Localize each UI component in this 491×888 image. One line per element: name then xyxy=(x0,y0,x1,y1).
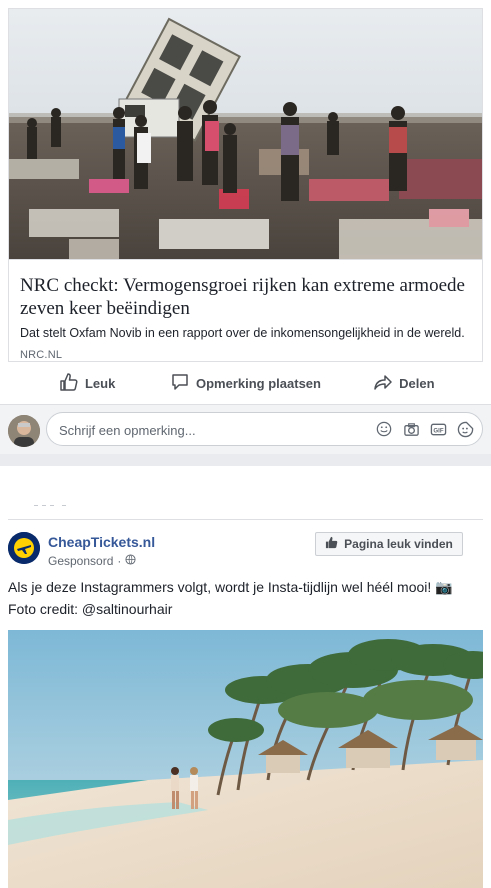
comment-composer: GIF xyxy=(0,404,491,454)
article-headline[interactable]: NRC checkt: Vermogensgroei rijken kan ex… xyxy=(20,274,471,320)
sponsored-post: CheapTickets.nl Gesponsord · Pagina leuk… xyxy=(0,520,491,888)
post-text-line-2: Foto credit: @saltinourhair xyxy=(8,601,173,617)
like-page-label: Pagina leuk vinden xyxy=(344,537,453,551)
dot-separator: · xyxy=(117,554,122,568)
faint-dots xyxy=(34,505,66,506)
link-text-area[interactable]: NRC checkt: Vermogensgroei rijken kan ex… xyxy=(9,259,482,361)
comment-input[interactable] xyxy=(57,420,351,440)
article-hero-image[interactable] xyxy=(9,9,482,259)
article-description: Dat stelt Oxfam Novib in een rapport ove… xyxy=(20,326,465,340)
sticker-icon[interactable] xyxy=(456,420,474,438)
comment-input-box[interactable]: GIF xyxy=(46,412,483,446)
user-avatar[interactable] xyxy=(8,415,40,447)
page-logo[interactable] xyxy=(8,532,40,564)
like-button[interactable]: Leuk xyxy=(8,372,166,395)
comment-icon xyxy=(170,372,190,395)
emoji-icon[interactable] xyxy=(375,420,393,438)
feed-divider xyxy=(0,454,491,466)
sponsored-meta: Gesponsord · xyxy=(48,554,136,568)
post-text-line-1: Als je deze Instagrammers volgt, wordt j… xyxy=(8,579,453,595)
page-name-link[interactable]: CheapTickets.nl xyxy=(48,534,155,550)
article-domain: NRC.NL xyxy=(20,349,63,361)
share-label: Delen xyxy=(399,375,435,391)
tropical-beach-image xyxy=(8,630,483,888)
svg-text:GIF: GIF xyxy=(433,427,443,434)
gif-icon[interactable]: GIF xyxy=(429,420,447,438)
sponsored-label[interactable]: Gesponsord xyxy=(48,554,113,568)
beach-photo[interactable] xyxy=(8,630,483,888)
comment-label: Opmerking plaatsen xyxy=(196,375,321,391)
landfill-image xyxy=(9,9,482,259)
post-text: Als je deze Instagrammers volgt, wordt j… xyxy=(8,576,483,620)
post-action-bar: Leuk Opmerking plaatsen Delen xyxy=(8,362,483,404)
share-button[interactable]: Delen xyxy=(325,372,483,395)
thumbs-up-icon xyxy=(325,536,338,552)
thumbs-up-icon xyxy=(59,372,79,395)
camera-icon[interactable] xyxy=(402,420,420,438)
link-preview-card[interactable]: NRC checkt: Vermogensgroei rijken kan ex… xyxy=(8,8,483,362)
like-page-button[interactable]: Pagina leuk vinden xyxy=(315,532,463,556)
comment-tools: GIF xyxy=(375,420,474,438)
share-arrow-icon xyxy=(373,372,393,395)
globe-icon xyxy=(125,554,136,568)
comment-button[interactable]: Opmerking plaatsen xyxy=(166,372,324,395)
like-label: Leuk xyxy=(84,375,116,391)
